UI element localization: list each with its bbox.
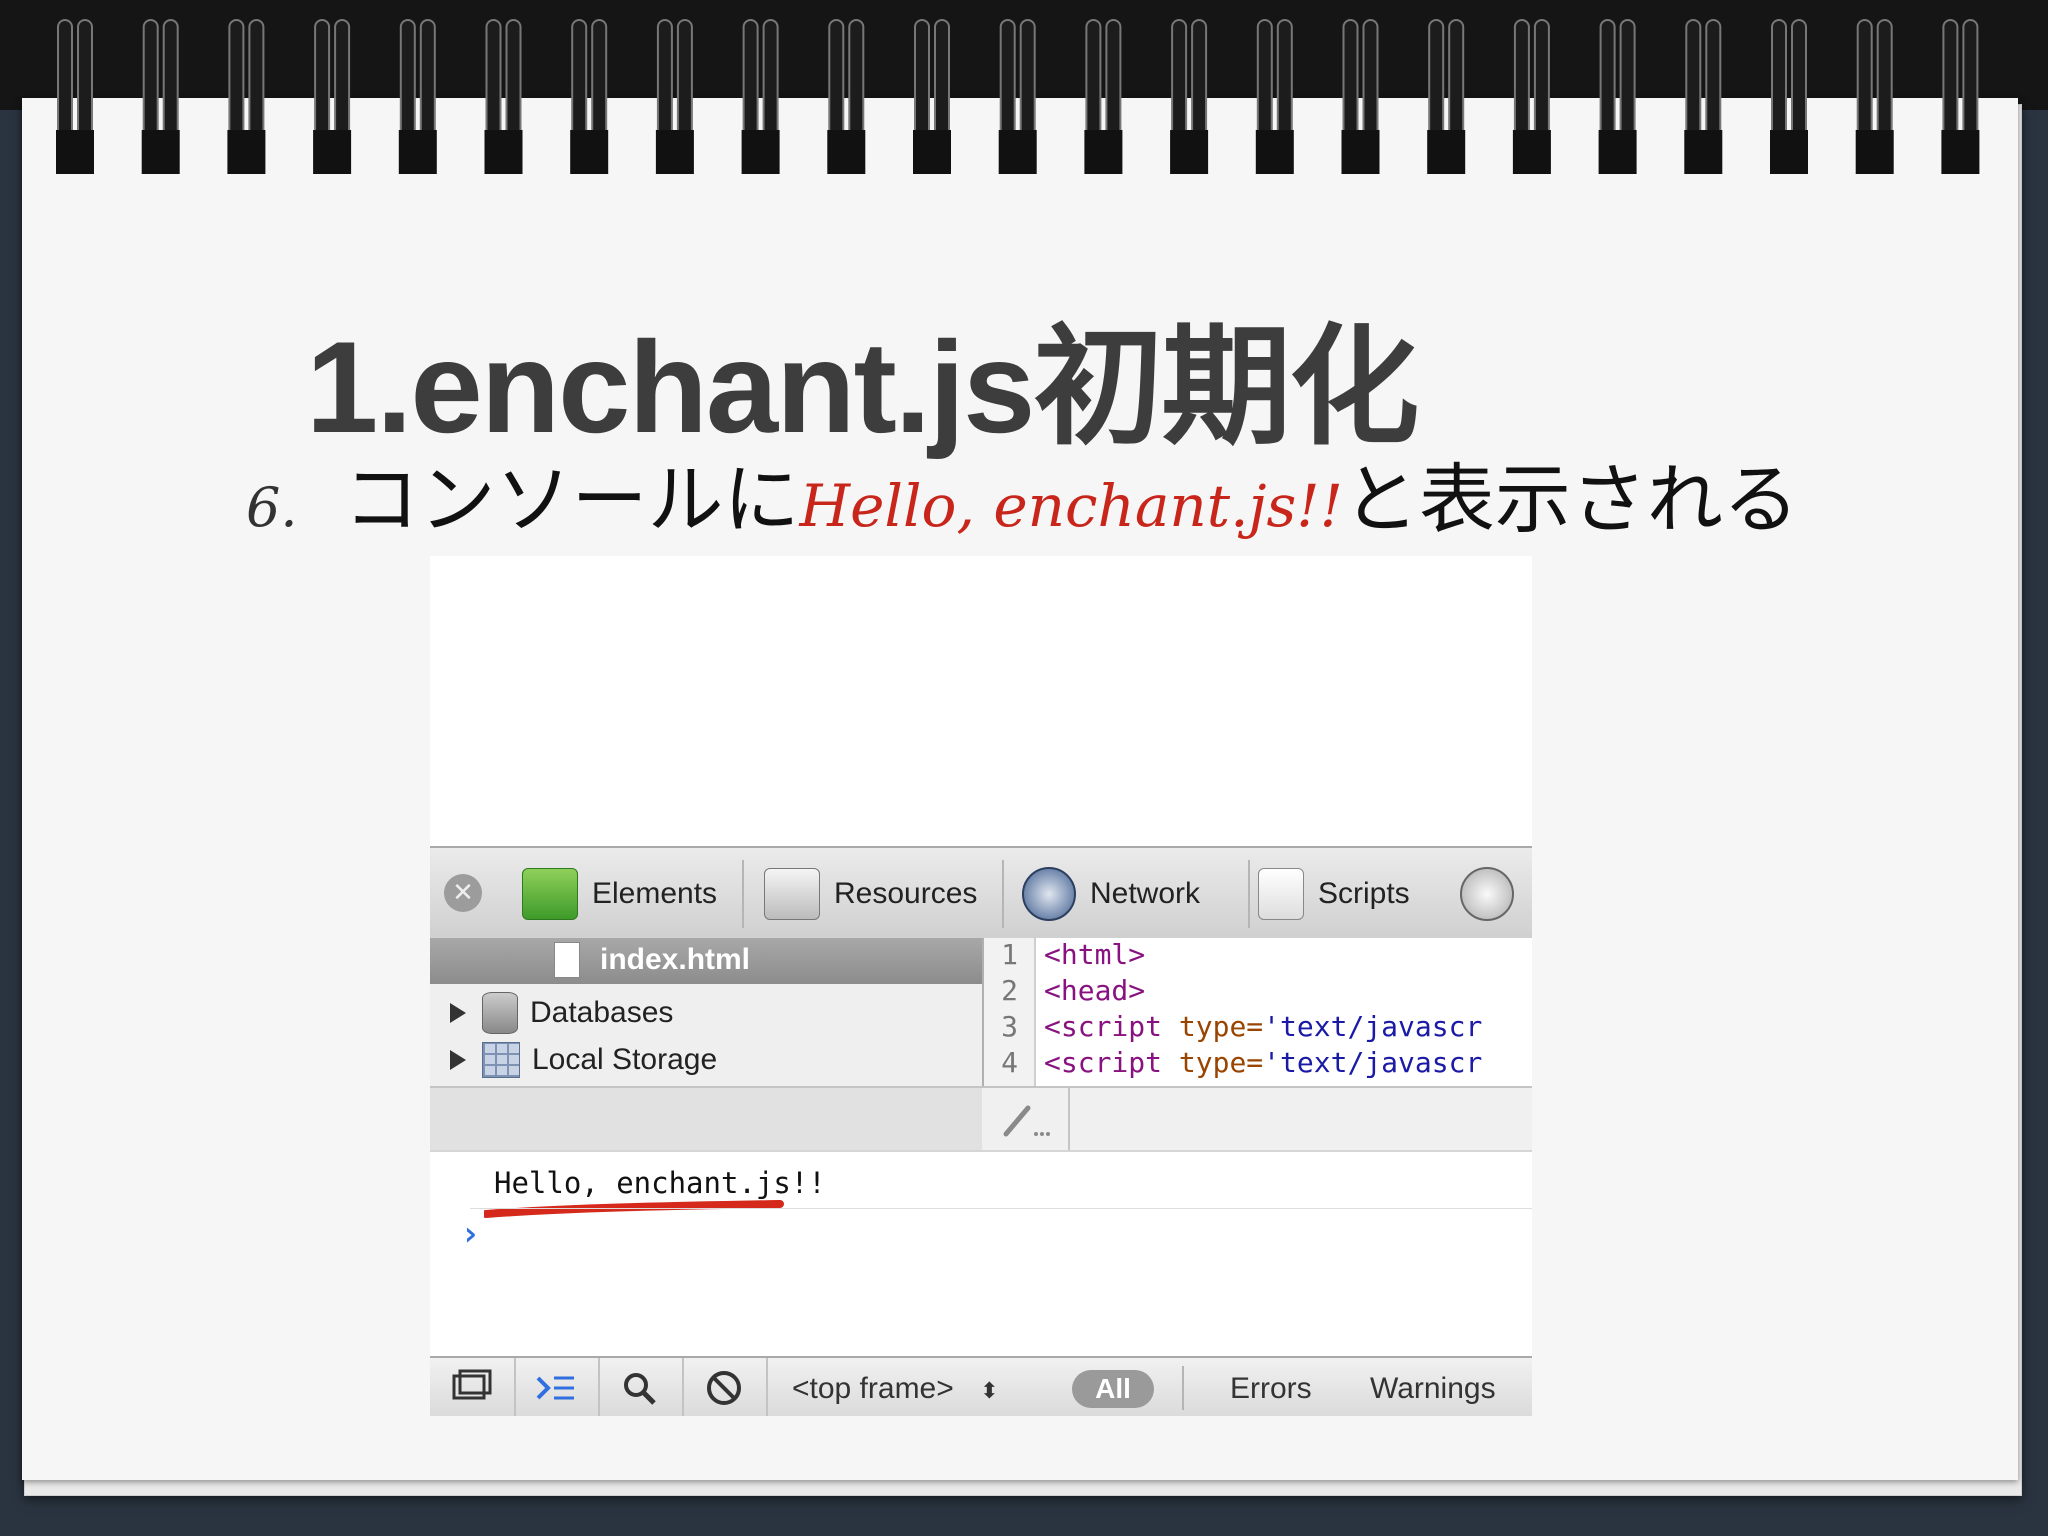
code-footer — [982, 1086, 1532, 1152]
binding-hole — [1170, 130, 1209, 174]
binding-hole — [1598, 130, 1637, 174]
binding-hole — [827, 130, 866, 174]
filter-all-button[interactable]: All — [1072, 1370, 1154, 1408]
tab-network[interactable]: Network — [1022, 866, 1200, 922]
binding-hole — [141, 130, 180, 174]
code-line: 3 <script type='text/javascr — [1001, 1010, 1483, 1043]
binding-hole — [1770, 130, 1808, 174]
console-icon — [536, 1376, 574, 1400]
network-icon — [1022, 867, 1076, 921]
search-button[interactable] — [598, 1358, 684, 1416]
clear-console-button[interactable] — [682, 1358, 768, 1416]
tree-item-label: Local Storage — [532, 1043, 718, 1076]
pencil-icon — [1003, 1105, 1050, 1137]
binding-hole — [998, 130, 1037, 174]
stopwatch-icon — [1460, 867, 1514, 921]
tab-resources-label: Resources — [834, 877, 978, 910]
tree-item-databases[interactable]: Databases — [450, 992, 673, 1034]
file-icon — [554, 942, 580, 978]
toolbar-divider — [1002, 860, 1004, 928]
binding-hole — [1084, 130, 1123, 174]
binding-hole — [570, 130, 609, 174]
inspector-status-bar: <top frame> ⬍ All Errors Warnings — [430, 1356, 1532, 1416]
code-line: 2 <head> — [1001, 974, 1146, 1007]
tab-elements-label: Elements — [592, 877, 718, 910]
console-divider — [470, 1208, 1532, 1209]
bullet-highlight: Hello, enchant.js!! — [799, 472, 1343, 540]
binding-hole — [1684, 130, 1723, 174]
tree-item-local-storage[interactable]: Local Storage — [450, 1042, 717, 1078]
binding-hole — [1427, 130, 1466, 174]
tab-scripts[interactable]: Scripts — [1258, 866, 1410, 922]
tree-item-selected[interactable]: index.html — [430, 938, 982, 984]
resources-icon — [764, 868, 820, 920]
database-icon — [482, 992, 518, 1034]
binding-hole — [313, 130, 352, 174]
tab-network-label: Network — [1090, 877, 1201, 910]
binding-hole — [1941, 130, 1980, 174]
selected-file-label: index.html — [600, 943, 751, 976]
tree-item-label: Databases — [530, 996, 674, 1029]
tab-resources[interactable]: Resources — [764, 866, 977, 922]
console-toggle-button[interactable] — [514, 1358, 600, 1416]
tab-timeline[interactable] — [1460, 866, 1528, 922]
frame-select[interactable]: <top frame> ⬍ — [792, 1372, 999, 1406]
binding-hole — [741, 130, 780, 174]
console-prompt-icon[interactable]: › — [460, 1214, 480, 1254]
scripts-icon — [1258, 868, 1304, 920]
tab-scripts-label: Scripts — [1318, 877, 1410, 910]
inspector-toolbar: ✕ Elements Resources Network Scripts — [430, 846, 1532, 941]
select-arrows-icon: ⬍ — [980, 1378, 999, 1403]
tree-footer — [430, 1086, 982, 1152]
binding-hole — [1341, 130, 1380, 174]
binding-hole — [1255, 130, 1294, 174]
spiral-binding-rings — [56, 19, 1980, 174]
clear-icon — [707, 1371, 741, 1405]
console-panel[interactable]: Hello, enchant.js!! › — [430, 1150, 1532, 1358]
code-line: 1 <html> — [1001, 938, 1146, 971]
binding-hole — [484, 130, 523, 174]
red-underline-annotation — [484, 1200, 784, 1218]
filter-warnings-button[interactable]: Warnings — [1370, 1372, 1496, 1406]
tab-elements[interactable]: Elements — [522, 866, 717, 922]
table-icon — [482, 1042, 520, 1078]
frame-select-value: <top frame> — [792, 1372, 954, 1405]
binding-hole — [655, 130, 694, 174]
binding-hole — [56, 130, 94, 174]
edit-button[interactable] — [982, 1088, 1070, 1152]
disclosure-triangle-icon[interactable] — [450, 1003, 466, 1023]
binding-hole — [1512, 130, 1551, 174]
search-icon — [624, 1373, 656, 1405]
bullet-prefix: コンソールに — [343, 455, 800, 544]
filter-errors-button[interactable]: Errors — [1230, 1372, 1312, 1406]
web-inspector-screenshot: ✕ Elements Resources Network Scripts ind… — [430, 556, 1532, 1416]
bullet-suffix: と表示される — [1342, 455, 1799, 544]
bullet-item: 6. コンソールにHello, enchant.js!!と表示される — [246, 438, 1799, 548]
bullet-number: 6. — [246, 476, 298, 539]
binding-hole — [398, 130, 437, 174]
elements-icon — [522, 868, 578, 920]
toolbar-divider — [1248, 860, 1250, 928]
disclosure-triangle-icon[interactable] — [450, 1050, 466, 1070]
toolbar-divider — [742, 860, 744, 928]
close-icon[interactable]: ✕ — [444, 874, 482, 912]
binding-hole — [1855, 130, 1894, 174]
dock-window-icon — [452, 1369, 492, 1400]
status-divider — [1182, 1366, 1184, 1410]
binding-hole — [227, 130, 266, 174]
binding-hole — [913, 130, 951, 174]
source-code-view[interactable]: 1 <html> 2 <head> 3 <script type='text/java… — [984, 938, 1532, 1086]
code-line: 4 <script type='text/javascr — [1001, 1046, 1483, 1079]
dock-button[interactable] — [430, 1358, 516, 1416]
